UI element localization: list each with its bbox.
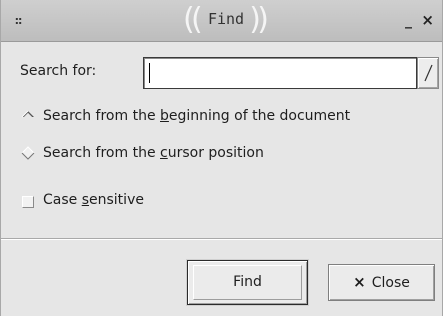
close-window-button[interactable]: × (421, 11, 434, 29)
radio-from-cursor-label[interactable]: Search from the cursor position (43, 145, 264, 161)
title-bar[interactable]: :: ( ( Find ) ) _ × (1, 0, 442, 42)
search-input[interactable] (143, 57, 417, 89)
search-label: Search for: (20, 63, 97, 79)
search-history-dropdown-button[interactable] (417, 57, 439, 89)
close-button[interactable]: × Close (328, 264, 435, 301)
window-menu-icon[interactable]: :: (9, 12, 27, 30)
title-decoration-right-icon: ) (257, 2, 269, 37)
separator (1, 238, 442, 240)
case-sensitive-label[interactable]: Case sensitive (43, 192, 144, 208)
find-button[interactable]: Find (187, 260, 308, 305)
case-sensitive-checkbox[interactable] (22, 196, 34, 208)
close-icon: × (353, 273, 366, 291)
minimize-button[interactable]: _ (405, 13, 412, 29)
find-button-focus-ring (193, 265, 302, 300)
find-dialog: :: ( ( Find ) ) _ × Search for: Search f… (0, 0, 443, 316)
window-title-wrap: ( ( Find ) ) (181, 2, 271, 37)
radio-from-cursor[interactable] (21, 146, 35, 160)
radio-from-beginning[interactable] (21, 109, 35, 123)
text-cursor (149, 63, 150, 83)
close-button-label: Close (371, 275, 410, 291)
radio-from-beginning-label[interactable]: Search from the beginning of the documen… (43, 108, 350, 124)
dropdown-slash-icon (424, 64, 433, 82)
